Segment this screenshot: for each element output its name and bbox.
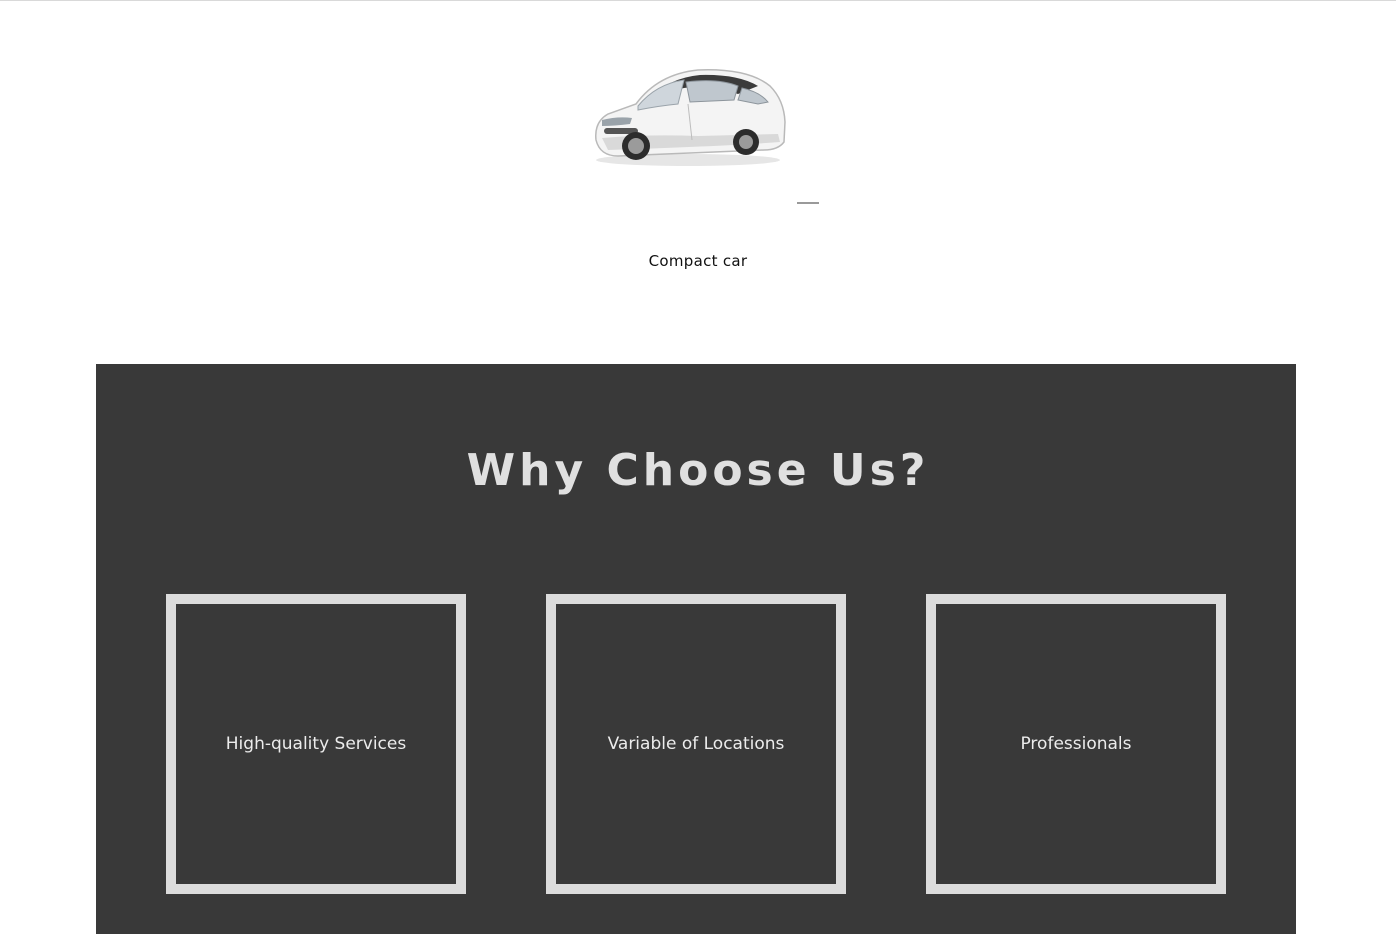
feature-card-professionals: Professionals — [926, 594, 1226, 894]
feature-card-high-quality-services: High-quality Services — [166, 594, 466, 894]
why-choose-us-title: Why Choose Us? — [466, 445, 930, 496]
feature-label: Professionals — [1020, 734, 1132, 754]
car-caption: Compact car — [648, 252, 748, 270]
page: Compact car Why Choose Us? High-quality … — [0, 0, 1396, 951]
feature-label: Variable of Locations — [607, 734, 785, 754]
top-divider — [0, 0, 1396, 1]
feature-card-variable-of-locations: Variable of Locations — [546, 594, 846, 894]
feature-label: High-quality Services — [225, 734, 407, 754]
watermark-mark — [797, 202, 819, 204]
compact-car-image — [588, 60, 788, 170]
